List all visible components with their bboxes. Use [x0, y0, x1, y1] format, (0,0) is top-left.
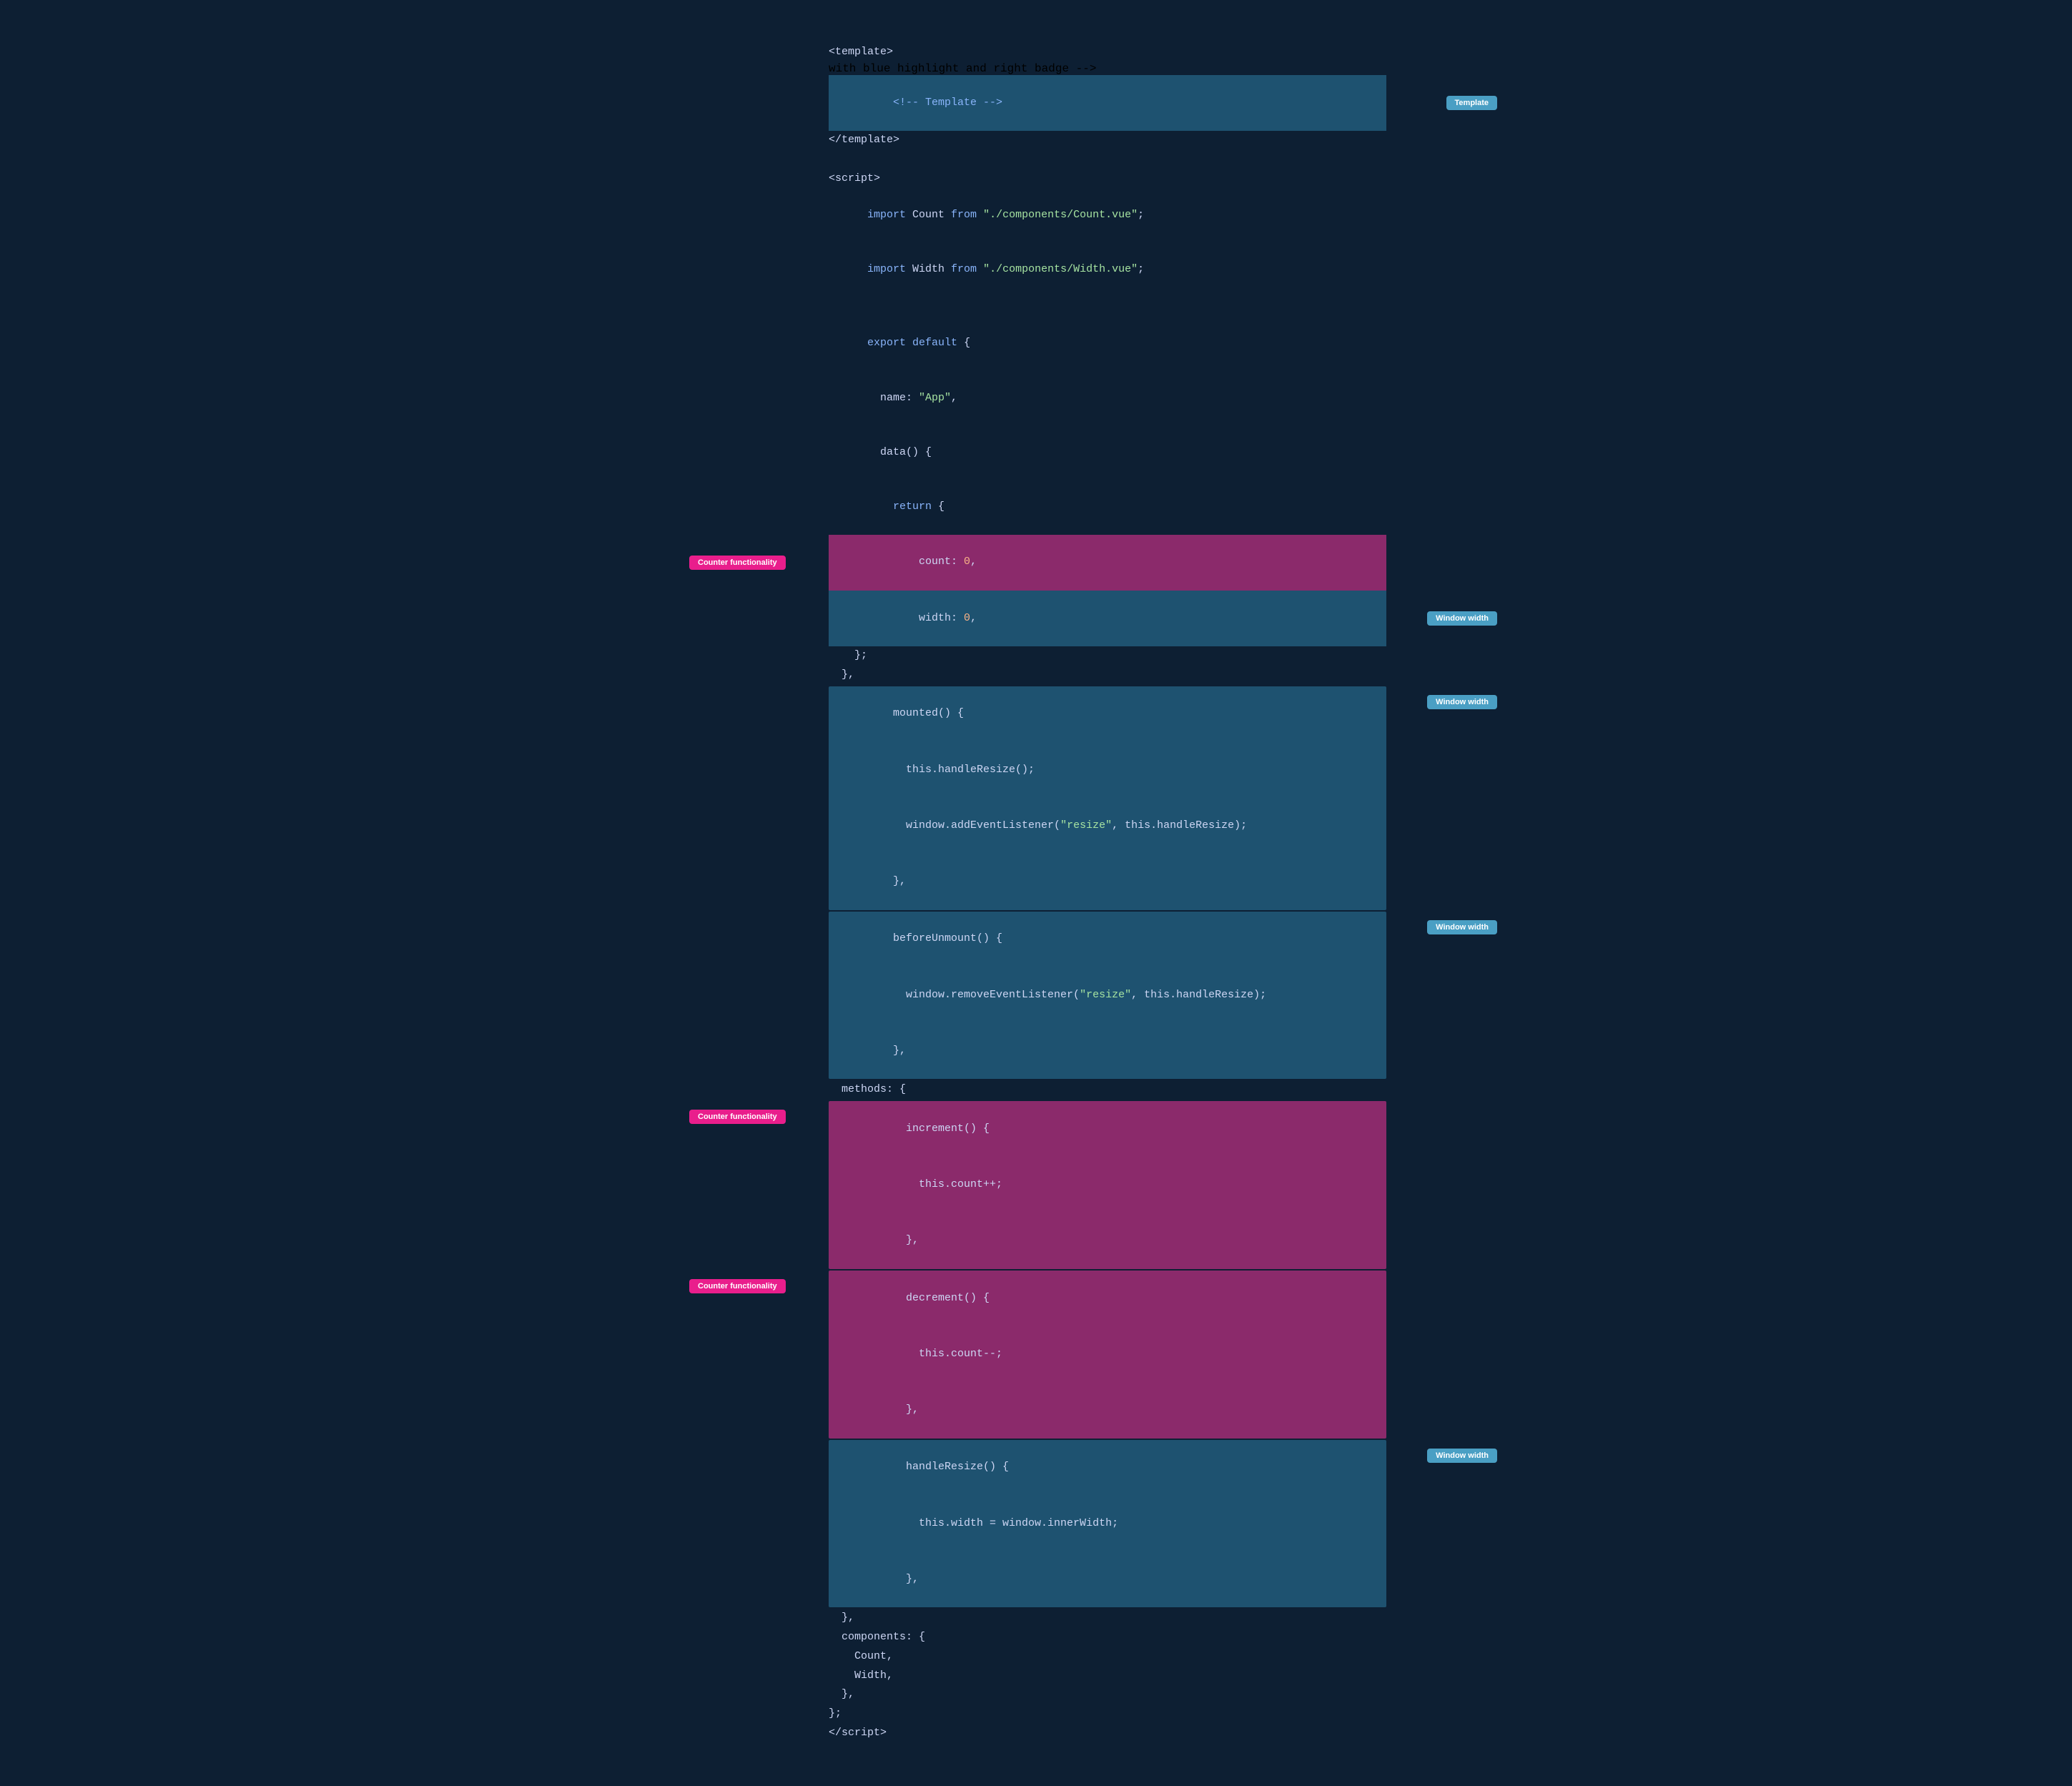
code-line: <script>	[829, 169, 1386, 189]
width-line: width: 0, Window width	[829, 591, 1386, 646]
code-container: <template> with blue highlight and right…	[829, 29, 1386, 1757]
code-line: <template>	[829, 43, 1386, 62]
window-width-badge-width: Window width	[1427, 611, 1497, 626]
window-width-badge-handleresize: Window width	[1427, 1449, 1497, 1463]
code-line: return {	[829, 480, 1386, 534]
code-line	[829, 150, 1386, 169]
code-line: };	[829, 646, 1386, 666]
code-line: import Count from "./components/Count.vu…	[829, 188, 1386, 242]
code-line	[829, 297, 1386, 317]
code-line: data() {	[829, 425, 1386, 480]
code-line: Count,	[829, 1647, 1386, 1667]
template-badge: Template	[1446, 96, 1497, 110]
code-line: };	[829, 1704, 1386, 1724]
counter-functionality-badge-count: Counter functionality	[689, 556, 786, 570]
template-comment-line: <!-- Template --> Template	[829, 75, 1386, 131]
mounted-section: Window width mounted() { this.handleResi…	[829, 686, 1386, 910]
code-viewer: <template> with blue highlight and right…	[829, 29, 1243, 1757]
count-line: count: 0, Counter functionality	[829, 535, 1386, 591]
counter-functionality-badge-decrement: Counter functionality	[689, 1279, 786, 1293]
code-line: },	[829, 1685, 1386, 1704]
code-line: name: "App",	[829, 371, 1386, 425]
code-line: methods: {	[829, 1080, 1386, 1100]
window-width-badge-beforeunmount: Window width	[1427, 920, 1497, 934]
code-line: </template>	[829, 131, 1386, 150]
decrement-section: Counter functionality decrement() { this…	[829, 1271, 1386, 1439]
code-line: export default {	[829, 317, 1386, 371]
code-line: components: {	[829, 1628, 1386, 1647]
code-line: Width,	[829, 1667, 1386, 1686]
counter-functionality-badge-increment: Counter functionality	[689, 1110, 786, 1124]
window-width-badge-mounted: Window width	[1427, 695, 1497, 709]
handle-resize-section: Window width handleResize() { this.width…	[829, 1440, 1386, 1608]
code-line: },	[829, 1609, 1386, 1628]
code-line: import Width from "./components/Width.vu…	[829, 243, 1386, 297]
before-unmount-section: Window width beforeUnmount() { window.re…	[829, 912, 1386, 1080]
code-line: </script>	[829, 1724, 1386, 1743]
code-line: },	[829, 666, 1386, 685]
increment-section: Counter functionality increment() { this…	[829, 1101, 1386, 1269]
